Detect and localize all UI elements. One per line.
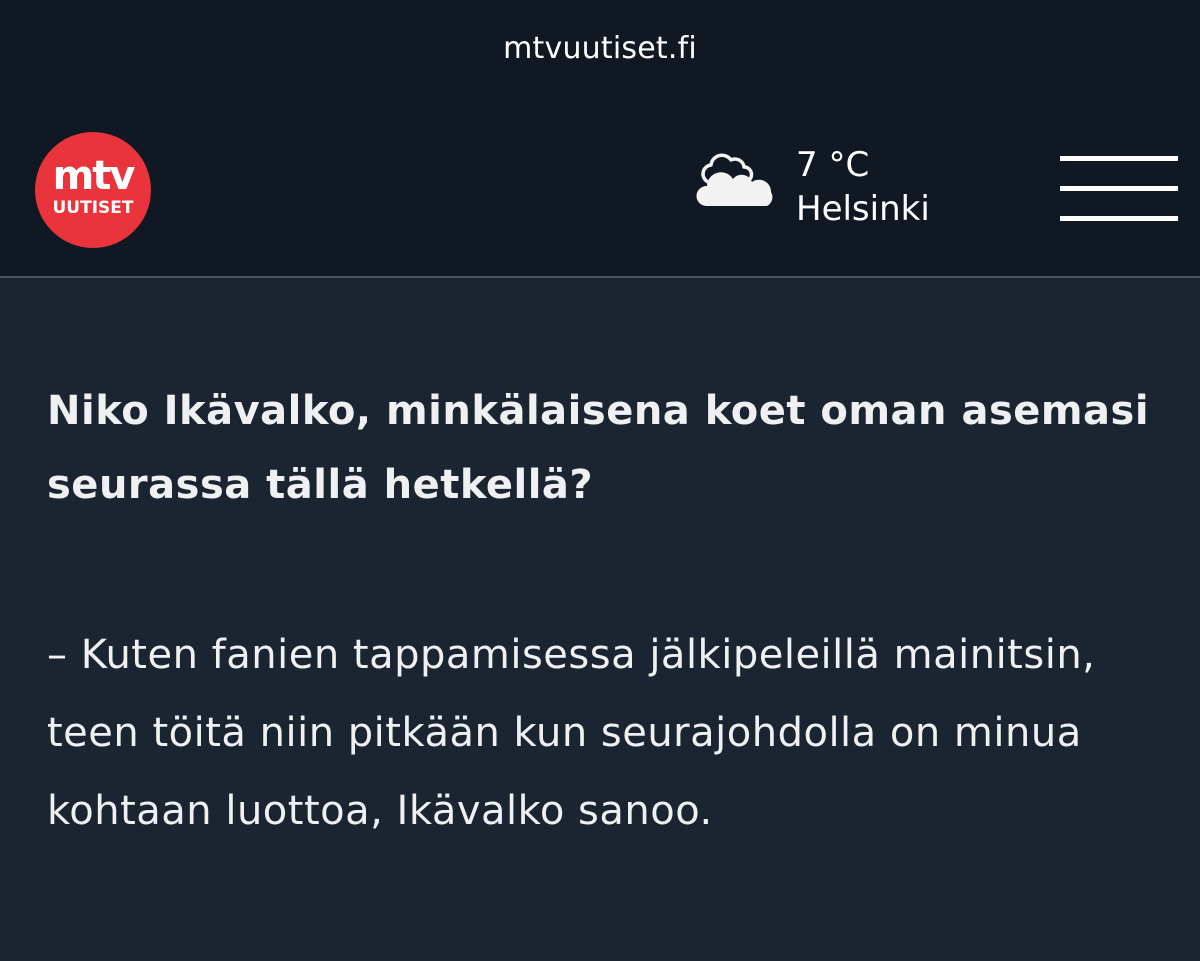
mtv-uutiset-logo[interactable]: mtv UUTISET (35, 132, 151, 248)
weather-widget[interactable]: 7 °C Helsinki (796, 143, 930, 231)
weather-city: Helsinki (796, 189, 930, 229)
site-header: mtv UUTISET 7 °C Helsinki (0, 100, 1200, 278)
weather-temperature: 7 °C (796, 145, 870, 185)
browser-url-bar[interactable]: mtvuutiset.fi (0, 0, 1200, 100)
article-content: Niko Ikävalko, minkälaisena koet oman as… (0, 278, 1200, 961)
logo-sub-text: UUTISET (52, 198, 134, 218)
cloudy-icon (696, 153, 773, 206)
logo-brand-text: mtv (52, 153, 136, 199)
article-answer: – Kuten fanien tappamisessa jälkipeleill… (47, 632, 1096, 834)
menu-bar-line (1060, 216, 1178, 221)
hamburger-menu-icon[interactable] (1060, 156, 1178, 222)
url-text: mtvuutiset.fi (503, 30, 697, 66)
menu-bar-line (1060, 156, 1178, 161)
article-question: Niko Ikävalko, minkälaisena koet oman as… (47, 388, 1150, 508)
menu-bar-line (1060, 186, 1178, 191)
